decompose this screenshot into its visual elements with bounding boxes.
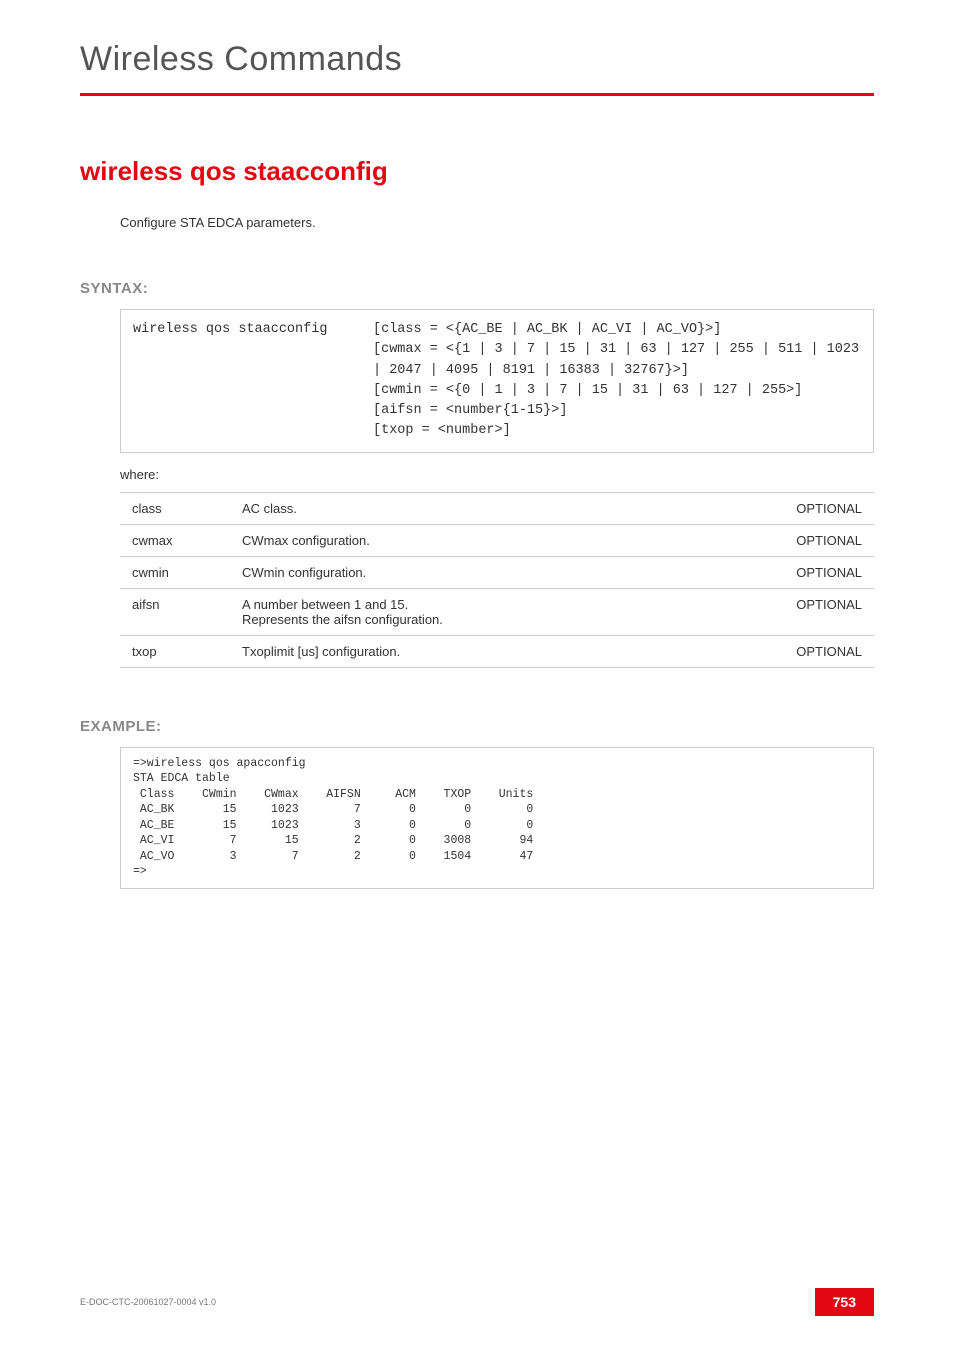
page-header: Wireless Commands	[80, 40, 874, 96]
where-label: where:	[120, 467, 874, 482]
param-name: cwmax	[120, 524, 230, 556]
syntax-args: [class = <{AC_BE | AC_BK | AC_VI | AC_VO…	[373, 320, 861, 442]
param-desc: Txoplimit [us] configuration.	[230, 635, 774, 667]
footer-doc-id: E-DOC-CTC-20061027-0004 v1.0	[80, 1297, 216, 1307]
table-row: cwmin CWmin configuration. OPTIONAL	[120, 556, 874, 588]
command-title: wireless qos staacconfig	[80, 156, 874, 187]
param-name: cwmin	[120, 556, 230, 588]
params-table: class AC class. OPTIONAL cwmax CWmax con…	[120, 492, 874, 668]
header-title: Wireless Commands	[80, 40, 874, 79]
syntax-command: wireless qos staacconfig	[133, 320, 373, 442]
param-name: txop	[120, 635, 230, 667]
param-flag: OPTIONAL	[774, 556, 874, 588]
param-desc: AC class.	[230, 492, 774, 524]
command-description: Configure STA EDCA parameters.	[120, 215, 874, 230]
param-flag: OPTIONAL	[774, 588, 874, 635]
table-row: aifsn A number between 1 and 15. Represe…	[120, 588, 874, 635]
table-row: cwmax CWmax configuration. OPTIONAL	[120, 524, 874, 556]
example-label: EXAMPLE:	[80, 718, 874, 735]
param-flag: OPTIONAL	[774, 492, 874, 524]
param-name: class	[120, 492, 230, 524]
param-desc: CWmin configuration.	[230, 556, 774, 588]
page-footer: E-DOC-CTC-20061027-0004 v1.0 753	[80, 1288, 874, 1316]
syntax-box: wireless qos staacconfig [class = <{AC_B…	[120, 309, 874, 453]
param-name: aifsn	[120, 588, 230, 635]
syntax-label: SYNTAX:	[80, 280, 874, 297]
example-box: =>wireless qos apacconfig STA EDCA table…	[120, 747, 874, 889]
footer-page-number: 753	[815, 1288, 874, 1316]
param-flag: OPTIONAL	[774, 524, 874, 556]
param-desc: A number between 1 and 15. Represents th…	[230, 588, 774, 635]
param-desc: CWmax configuration.	[230, 524, 774, 556]
param-flag: OPTIONAL	[774, 635, 874, 667]
table-row: class AC class. OPTIONAL	[120, 492, 874, 524]
table-row: txop Txoplimit [us] configuration. OPTIO…	[120, 635, 874, 667]
